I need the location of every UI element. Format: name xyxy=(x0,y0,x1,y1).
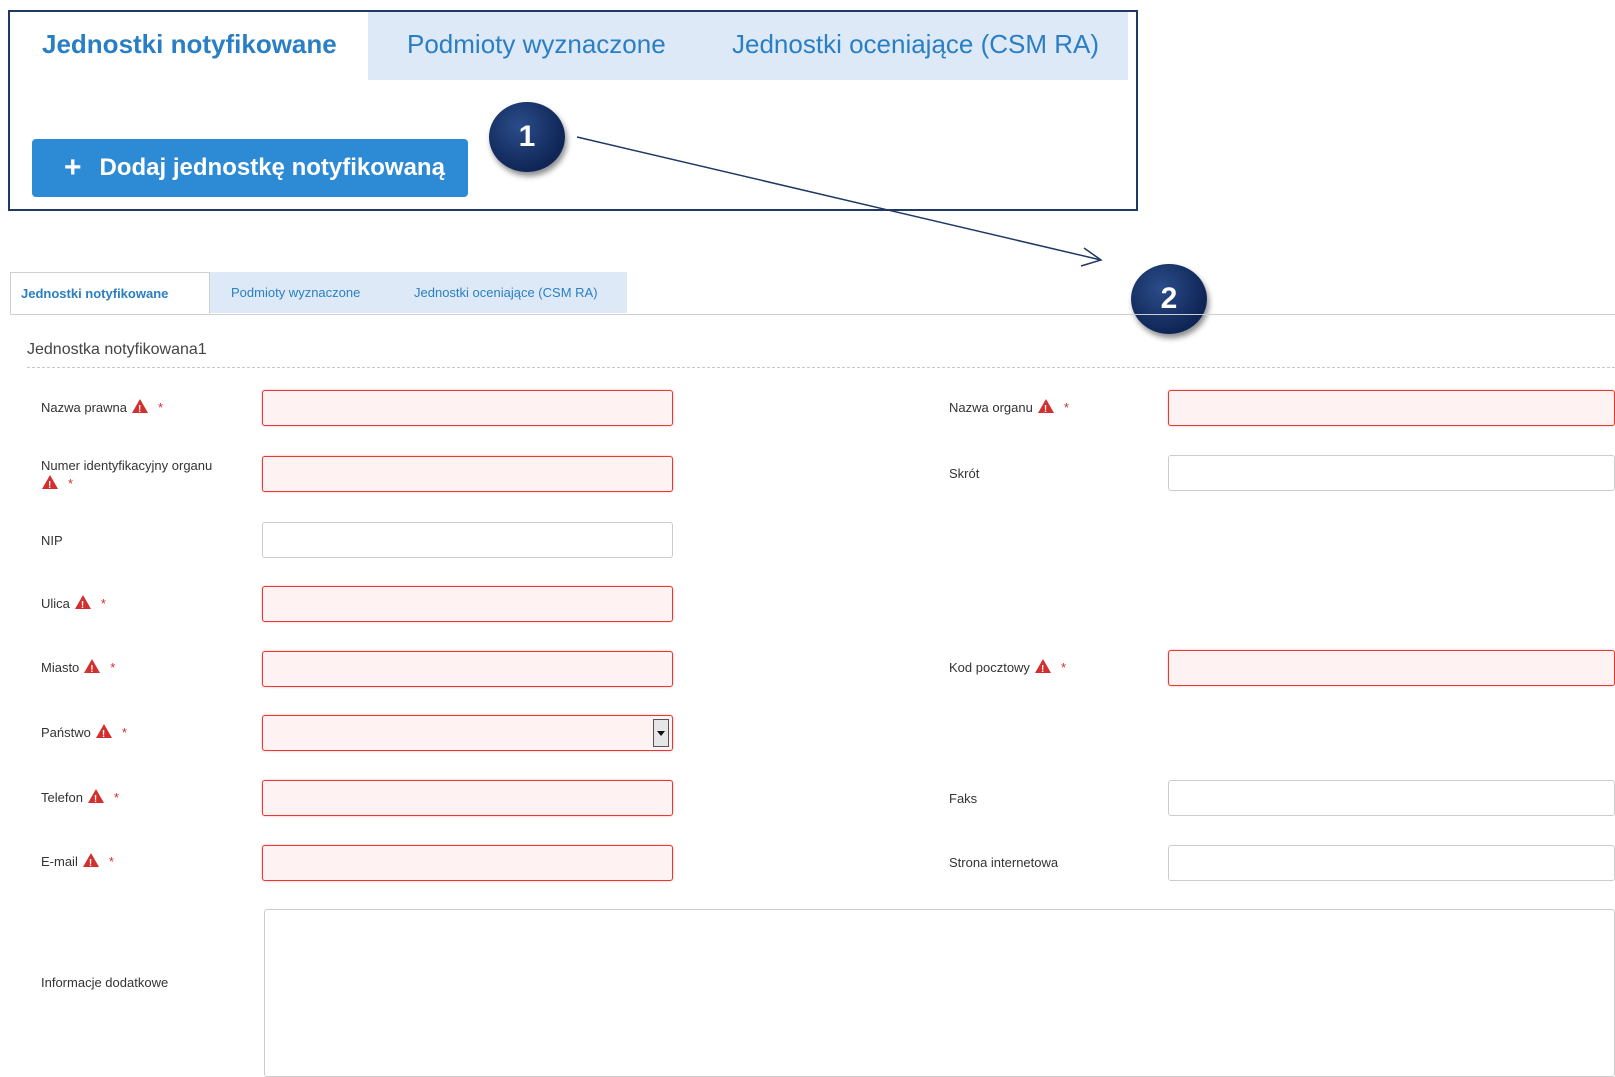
form-tab-jednostki-notyfikowane[interactable]: Jednostki notyfikowane xyxy=(10,272,210,314)
section-title: Jednostka notyfikowana1 xyxy=(27,341,207,358)
label-email: E-mail* xyxy=(41,853,114,873)
required-marker: * xyxy=(121,725,127,740)
required-marker: * xyxy=(158,400,164,415)
chevron-down-icon[interactable] xyxy=(653,719,669,747)
panstwo-select[interactable] xyxy=(262,715,673,751)
warning-icon xyxy=(42,475,58,495)
warning-icon xyxy=(84,659,101,679)
top-panel: Jednostki notyfikowane Podmioty wyznaczo… xyxy=(8,10,1138,211)
form-tab-jednostki-oceniajace[interactable]: Jednostki oceniające (CSM RA) xyxy=(393,272,627,313)
skrot-input[interactable] xyxy=(1168,455,1615,491)
label-panstwo: Państwo* xyxy=(41,724,127,744)
label-faks: Faks xyxy=(949,791,978,806)
informacje-dodatkowe-textarea[interactable] xyxy=(264,909,1615,1077)
kod-pocztowy-input[interactable] xyxy=(1168,650,1615,686)
strona-internetowa-input[interactable] xyxy=(1168,845,1615,881)
required-marker: * xyxy=(68,476,74,491)
required-marker: * xyxy=(108,854,114,869)
warning-icon xyxy=(1034,659,1051,679)
label-kod-pocztowy: Kod pocztowy* xyxy=(949,659,1066,679)
required-marker: * xyxy=(110,660,116,675)
callout-badge-1: 1 xyxy=(489,102,565,172)
label-nazwa-organu: Nazwa organu* xyxy=(949,399,1069,419)
form-tab-bar: Jednostki notyfikowane Podmioty wyznaczo… xyxy=(10,272,1615,315)
required-marker: * xyxy=(1063,400,1069,415)
label-strona-internetowa: Strona internetowa xyxy=(949,855,1059,870)
warning-icon xyxy=(87,789,104,809)
warning-icon xyxy=(82,853,99,873)
warning-icon xyxy=(95,724,112,744)
warning-icon xyxy=(1037,399,1054,419)
label-numer-identyfikacyjny: Numer identyfikacyjny organu* xyxy=(41,457,241,495)
section-divider xyxy=(27,367,1615,368)
miasto-input[interactable] xyxy=(262,651,673,687)
plus-icon: + xyxy=(64,151,82,184)
warning-icon xyxy=(74,595,91,615)
tab-jednostki-oceniajace[interactable]: Jednostki oceniające (CSM RA) xyxy=(732,12,1099,80)
add-button-label: Dodaj jednostkę notyfikowaną xyxy=(99,154,445,181)
tab-podmioty-wyznaczone[interactable]: Podmioty wyznaczone xyxy=(407,12,666,80)
label-nazwa-prawna: Nazwa prawna* xyxy=(41,399,164,419)
top-tab-bar: Jednostki notyfikowane Podmioty wyznaczo… xyxy=(10,12,1128,80)
faks-input[interactable] xyxy=(1168,780,1615,816)
label-telefon: Telefon* xyxy=(41,789,119,809)
label-nip: NIP xyxy=(41,533,63,548)
label-skrot: Skrót xyxy=(949,466,980,481)
required-marker: * xyxy=(100,596,106,611)
ulica-input[interactable] xyxy=(262,586,673,622)
form-tab-podmioty-wyznaczone[interactable]: Podmioty wyznaczone xyxy=(210,272,393,313)
tab-jednostki-notyfikowane[interactable]: Jednostki notyfikowane xyxy=(10,12,368,80)
label-miasto: Miasto* xyxy=(41,659,116,679)
label-informacje-dodatkowe: Informacje dodatkowe xyxy=(41,975,169,990)
label-ulica: Ulica* xyxy=(41,595,106,615)
nip-input[interactable] xyxy=(262,522,673,558)
nazwa-prawna-input[interactable] xyxy=(262,390,673,426)
warning-icon xyxy=(132,399,148,419)
telefon-input[interactable] xyxy=(262,780,673,816)
required-marker: * xyxy=(113,790,119,805)
email-input[interactable] xyxy=(262,845,673,881)
nazwa-organu-input[interactable] xyxy=(1168,390,1615,426)
required-marker: * xyxy=(1060,660,1066,675)
add-notified-body-button[interactable]: + Dodaj jednostkę notyfikowaną xyxy=(32,139,468,197)
numer-identyfikacyjny-input[interactable] xyxy=(262,456,673,492)
